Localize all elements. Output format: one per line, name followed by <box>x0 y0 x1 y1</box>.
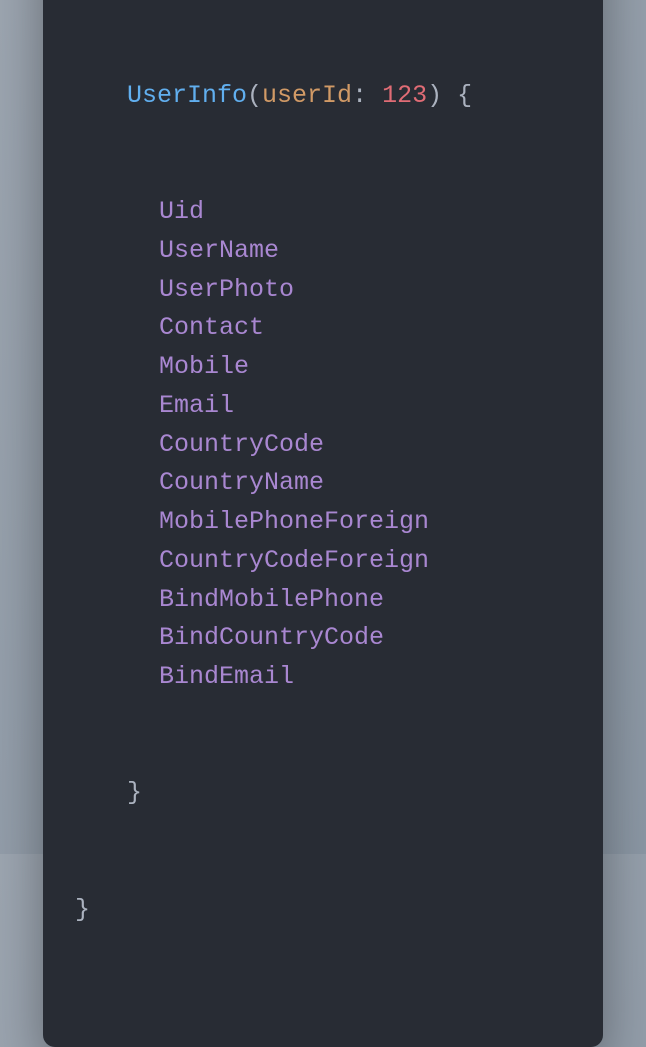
code-window: { UserInfo(userId: 123) { UidUserNameUse… <box>43 0 603 1047</box>
field-countryname: CountryName <box>159 468 324 497</box>
field-bindmobilephone: BindMobilePhone <box>159 585 384 614</box>
call-name: UserInfo <box>127 81 247 110</box>
param-name: userId <box>262 81 352 110</box>
field-mobilephoneforeign: MobilePhoneForeign <box>159 507 429 536</box>
paren-close: ) <box>427 81 442 110</box>
code-block: { UserInfo(userId: 123) { UidUserNameUse… <box>43 0 603 1015</box>
field-contact: Contact <box>159 313 264 342</box>
paren-open: ( <box>247 81 262 110</box>
field-bindcountrycode: BindCountryCode <box>159 623 384 652</box>
space <box>367 81 382 110</box>
field-countrycodeforeign: CountryCodeForeign <box>159 546 429 575</box>
field-userphoto: UserPhoto <box>159 275 294 304</box>
param-value: 123 <box>382 81 427 110</box>
brace-close-outer: } <box>75 895 90 924</box>
field-username: UserName <box>159 236 279 265</box>
field-uid: Uid <box>159 197 204 226</box>
field-bindemail: BindEmail <box>159 662 294 691</box>
field-email: Email <box>159 391 234 420</box>
space <box>442 81 457 110</box>
brace-open-inner: { <box>457 81 472 110</box>
field-countrycode: CountryCode <box>159 430 324 459</box>
brace-close-inner: } <box>127 778 142 807</box>
colon: : <box>352 81 367 110</box>
field-mobile: Mobile <box>159 352 249 381</box>
